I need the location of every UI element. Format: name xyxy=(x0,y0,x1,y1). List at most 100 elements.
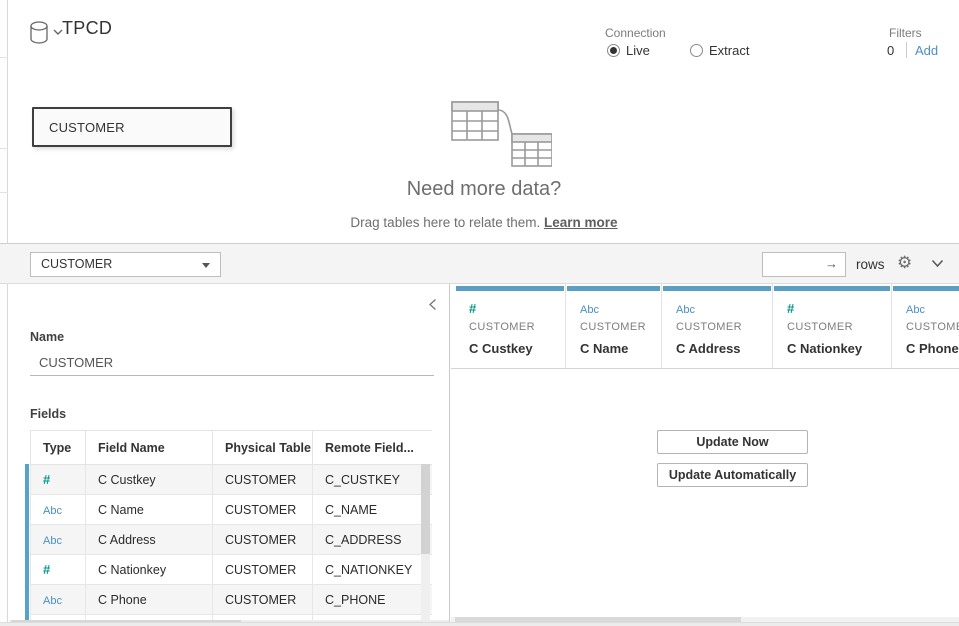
field-physical-table-cell[interactable]: CUSTOMER xyxy=(213,525,313,555)
rail-divider xyxy=(0,192,8,193)
field-field-name-cell[interactable]: C Nationkey xyxy=(86,555,213,585)
field-row[interactable]: Abc C NameCUSTOMERC_NAME xyxy=(31,495,433,525)
field-field-name-cell[interactable]: C Name xyxy=(86,495,213,525)
field-type-cell[interactable]: # xyxy=(31,465,86,495)
table-name-field[interactable] xyxy=(30,350,434,376)
number-type-icon: # xyxy=(787,301,793,316)
radio-extract[interactable]: Extract xyxy=(690,43,749,58)
drag-tables-text: Drag tables here to relate them. xyxy=(350,215,544,230)
field-field-name-cell[interactable]: C Address xyxy=(86,525,213,555)
arrow-right-icon[interactable]: → xyxy=(825,256,838,271)
column-field-label[interactable]: C Nationkey xyxy=(787,341,862,356)
field-type-cell[interactable]: Abc xyxy=(31,585,86,615)
number-type-icon: # xyxy=(43,472,49,487)
string-type-icon: Abc xyxy=(906,304,925,316)
column-type-icon-wrap[interactable]: Abc xyxy=(906,300,925,318)
string-type-icon: Abc xyxy=(676,304,695,316)
column-type-icon-wrap[interactable]: Abc xyxy=(580,300,599,318)
rows-input[interactable] xyxy=(767,254,825,275)
rail-divider xyxy=(0,57,8,58)
fields-column-header[interactable]: Type xyxy=(31,431,86,465)
column-field-label[interactable]: C Address xyxy=(676,341,741,356)
fields-vertical-scrollbar[interactable] xyxy=(421,464,430,620)
column-accent-stripe xyxy=(774,286,890,291)
connection-label: Connection xyxy=(605,26,666,40)
column-field-label[interactable]: C Phone xyxy=(906,341,959,356)
collapsed-left-rail[interactable] xyxy=(0,0,8,626)
gear-icon[interactable]: ⚙ xyxy=(897,253,912,273)
rail-divider xyxy=(0,148,8,149)
empty-state-subtext: Drag tables here to relate them. Learn m… xyxy=(9,215,959,230)
grid-column-header[interactable]: #CUSTOMERC Custkey xyxy=(455,284,565,368)
empty-state-heading: Need more data? xyxy=(9,178,959,201)
tableau-data-source-page: TPCD Connection Live Extract Filters 0 A… xyxy=(0,0,959,626)
grid-column-header[interactable]: Abc CUSTOMER C Phone xyxy=(891,284,959,368)
table-selector-dropdown[interactable]: CUSTOMER xyxy=(30,252,221,277)
field-remote-field-cell[interactable]: C_ADDRESS xyxy=(313,525,433,555)
number-type-icon: # xyxy=(469,301,475,316)
field-physical-table-cell[interactable]: CUSTOMER xyxy=(213,465,313,495)
string-type-icon: Abc xyxy=(580,304,599,316)
field-row[interactable]: Abc C AddressCUSTOMERC_ADDRESS xyxy=(31,525,433,555)
field-remote-field-cell[interactable]: C_PHONE xyxy=(313,585,433,615)
field-field-name-cell[interactable]: C Custkey xyxy=(86,465,213,495)
canvas-area: TPCD Connection Live Extract Filters 0 A… xyxy=(9,0,959,243)
fields-column-header[interactable]: Remote Field... xyxy=(313,431,433,465)
field-type-cell[interactable]: Abc xyxy=(31,525,86,555)
table-node-customer[interactable]: CUSTOMER xyxy=(32,107,232,147)
fields-column-header[interactable]: Field Name xyxy=(86,431,213,465)
number-type-icon: # xyxy=(43,562,49,577)
radio-live-label: Live xyxy=(626,43,650,58)
column-type-icon-wrap[interactable]: # xyxy=(787,300,793,318)
grid-column-header[interactable]: #CUSTOMERC Nationkey xyxy=(772,284,891,368)
grid-header-border xyxy=(451,368,959,369)
radio-live[interactable]: Live xyxy=(607,43,650,58)
table-selector-value: CUSTOMER xyxy=(41,257,112,271)
fields-table-header-row: TypeField NamePhysical TableRemote Field… xyxy=(31,431,433,465)
column-field-label[interactable]: C Custkey xyxy=(469,341,533,356)
column-accent-stripe xyxy=(567,286,660,291)
radio-live-icon xyxy=(607,44,620,57)
grid-column-header[interactable]: Abc CUSTOMER C Name xyxy=(565,284,661,368)
string-type-icon: Abc xyxy=(43,535,62,547)
field-row[interactable]: # C NationkeyCUSTOMERC_NATIONKEY xyxy=(31,555,433,585)
rows-input-wrap: → xyxy=(762,252,846,277)
chevron-down-icon[interactable] xyxy=(931,259,944,268)
field-row[interactable]: # C CustkeyCUSTOMERC_CUSTKEY xyxy=(31,465,433,495)
divider xyxy=(906,42,907,58)
column-table-label: CUSTOMER xyxy=(676,321,742,333)
fields-column-header[interactable]: Physical Table xyxy=(213,431,313,465)
column-type-icon-wrap[interactable]: Abc xyxy=(676,300,695,318)
column-type-icon-wrap[interactable]: # xyxy=(469,300,475,318)
column-field-label[interactable]: C Name xyxy=(580,341,628,356)
field-physical-table-cell[interactable]: CUSTOMER xyxy=(213,585,313,615)
field-type-cell[interactable]: # xyxy=(31,555,86,585)
learn-more-link[interactable]: Learn more xyxy=(544,215,618,230)
collapse-panel-icon[interactable] xyxy=(428,298,437,311)
radio-extract-label: Extract xyxy=(709,43,749,58)
scrollbar-thumb[interactable] xyxy=(421,464,430,554)
field-row[interactable]: Abc C PhoneCUSTOMERC_PHONE xyxy=(31,585,433,615)
field-type-cell[interactable]: Abc xyxy=(31,495,86,525)
field-remote-field-cell[interactable]: C_NAME xyxy=(313,495,433,525)
field-physical-table-cell[interactable]: CUSTOMER xyxy=(213,495,313,525)
name-label: Name xyxy=(30,330,64,344)
field-remote-field-cell[interactable]: C_NATIONKEY xyxy=(313,555,433,585)
table-details-panel: Name Fields TypeField NamePhysical Table… xyxy=(9,284,450,626)
grid-column-header[interactable]: Abc CUSTOMER C Address xyxy=(661,284,772,368)
grid-toolbar: CUSTOMER → rows ⚙ xyxy=(0,243,959,284)
update-automatically-button[interactable]: Update Automatically xyxy=(657,463,808,487)
field-field-name-cell[interactable]: C Phone xyxy=(86,585,213,615)
column-table-label: CUSTOMER xyxy=(906,321,959,333)
field-physical-table-cell[interactable]: CUSTOMER xyxy=(213,555,313,585)
fields-table: TypeField NamePhysical TableRemote Field… xyxy=(30,430,432,620)
filters-add-link[interactable]: Add xyxy=(915,43,938,58)
chevron-down-icon xyxy=(54,30,62,34)
string-type-icon: Abc xyxy=(43,505,62,517)
column-table-label: CUSTOMER xyxy=(580,321,646,333)
column-accent-stripe xyxy=(663,286,771,291)
string-type-icon: Abc xyxy=(43,595,62,607)
field-remote-field-cell[interactable]: C_CUSTKEY xyxy=(313,465,433,495)
update-now-button[interactable]: Update Now xyxy=(657,430,808,454)
bottom-edge xyxy=(0,622,959,626)
